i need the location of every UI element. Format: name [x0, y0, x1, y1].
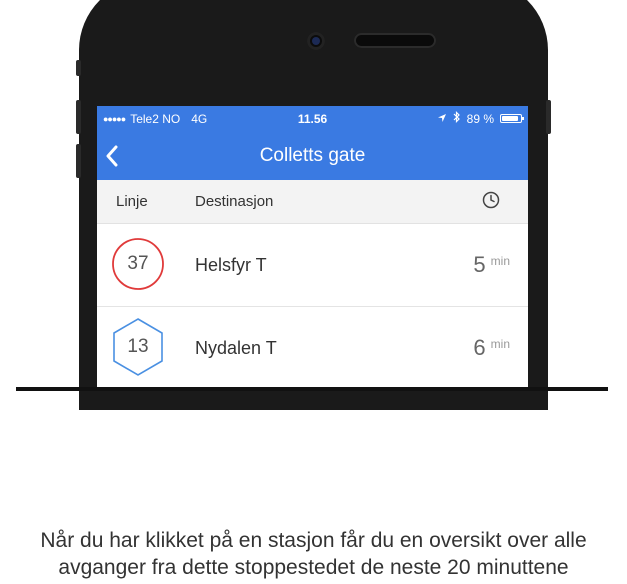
caption-line-1: Når du har klikket på en stasjon får du … — [40, 529, 587, 552]
column-header-line: Linje — [116, 193, 148, 210]
divider-line — [16, 387, 608, 391]
phone-screen: ●●●●● Tele2 NO 4G 11.56 89 % Colletts ga… — [97, 106, 528, 388]
earpiece-speaker — [354, 33, 436, 48]
minutes-unit: min — [490, 254, 510, 268]
volume-down-button — [76, 144, 81, 178]
line-badge: 37 — [111, 237, 165, 291]
minutes-value: 5 — [473, 252, 486, 277]
line-badge: 13 — [111, 318, 165, 376]
line-number: 37 — [127, 253, 149, 274]
front-camera — [307, 32, 325, 50]
navigation-bar: Colletts gate — [97, 131, 528, 180]
line-number: 13 — [127, 336, 149, 357]
table-header: Linje Destinasjon — [97, 180, 528, 224]
destination-name: Nydalen T — [195, 337, 277, 358]
departure-row[interactable]: 37 Helsfyr T 5 min — [97, 224, 528, 307]
minutes-value: 6 — [473, 335, 486, 360]
mute-switch — [76, 60, 81, 76]
clock-icon — [482, 191, 500, 213]
battery-icon — [500, 114, 524, 123]
destination-name: Helsfyr T — [195, 254, 267, 275]
page-title: Colletts gate — [259, 144, 366, 166]
departure-time: 6 min — [473, 335, 510, 361]
volume-up-button — [76, 100, 81, 134]
departure-row[interactable]: 13 Nydalen T 6 min — [97, 307, 528, 388]
caption-text: Når du har klikket på en stasjon får du … — [0, 527, 627, 581]
column-header-destination: Destinasjon — [195, 193, 274, 210]
status-time: 11.56 — [297, 111, 328, 126]
status-bar: ●●●●● Tele2 NO 4G 11.56 89 % — [97, 106, 528, 131]
power-button — [546, 100, 551, 134]
minutes-unit: min — [490, 337, 510, 351]
caption-line-2: avganger fra dette stoppestedet de neste… — [58, 556, 569, 579]
chevron-left-icon[interactable] — [105, 142, 129, 170]
departure-time: 5 min — [473, 252, 510, 278]
